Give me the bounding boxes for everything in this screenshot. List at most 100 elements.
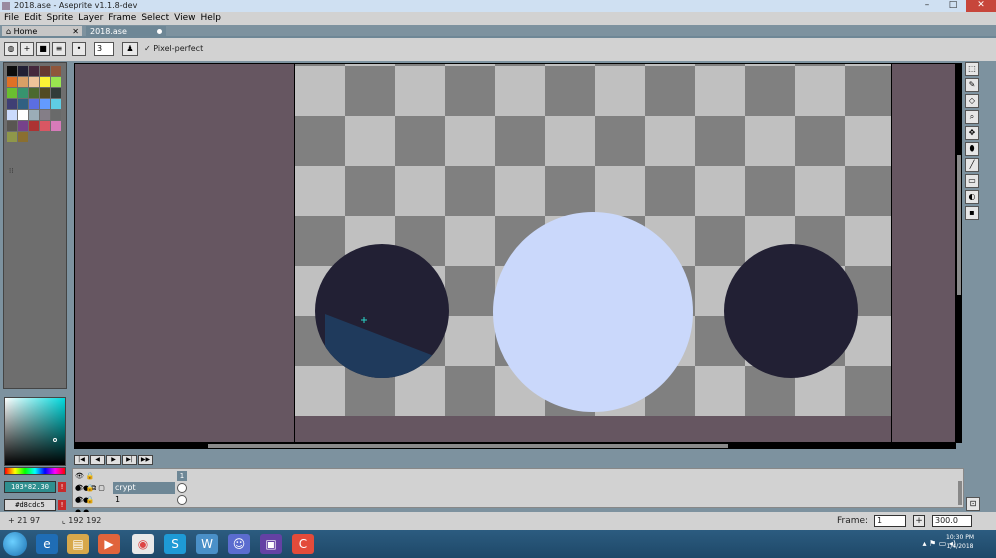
canvas-drawing[interactable]	[295, 64, 892, 443]
discord-icon[interactable]: ☺	[228, 534, 250, 554]
new-frame-button[interactable]: +	[913, 515, 925, 527]
palette-swatch[interactable]	[18, 88, 28, 98]
palette-swatch[interactable]	[51, 88, 61, 98]
palette-swatch[interactable]	[7, 132, 17, 142]
frame-header[interactable]: 1	[177, 471, 187, 481]
minimize-button[interactable]: –	[914, 0, 940, 12]
color-spectrum[interactable]	[4, 397, 66, 466]
blur-tool-icon[interactable]: ▪	[965, 206, 979, 220]
palette-swatch[interactable]	[51, 121, 61, 131]
zoom-input[interactable]: 300.0	[932, 515, 972, 527]
menu-help[interactable]: Help	[199, 12, 225, 25]
layer-visibility-icons[interactable]: 👁🔒●●	[75, 482, 111, 504]
menu-edit[interactable]: Edit	[23, 12, 45, 25]
fill-tool-icon[interactable]: ⬮	[965, 142, 979, 156]
timeline-scrollbar[interactable]	[958, 481, 962, 505]
layer-row[interactable]: 👁🔒●● crypt	[73, 482, 193, 504]
menu-frame[interactable]: Frame	[107, 12, 140, 25]
palette-swatch[interactable]	[29, 99, 39, 109]
palette-swatch[interactable]	[7, 99, 17, 109]
palette-swatch[interactable]	[18, 121, 28, 131]
close-button[interactable]: ✕	[966, 0, 996, 12]
last-frame-icon[interactable]: ▶▶	[138, 455, 153, 465]
palette-swatch[interactable]	[29, 88, 39, 98]
palette-swatch[interactable]	[18, 132, 28, 142]
brush-size-input[interactable]: 3	[94, 42, 114, 56]
layer-header-icons[interactable]: 👁🔒●●⧉▢	[75, 470, 111, 492]
folder-icon[interactable]: ▤	[67, 534, 89, 554]
brush-size-dot-icon[interactable]: •	[72, 42, 86, 56]
palette-swatch[interactable]	[7, 77, 17, 87]
rectangle-tool-icon[interactable]: ▭	[965, 174, 979, 188]
layer-visibility-icons[interactable]: 👁🔒●●	[75, 494, 111, 516]
first-frame-icon[interactable]: |◀	[74, 455, 89, 465]
bg-warning-icon[interactable]: !	[58, 500, 66, 510]
brush-type-square-icon[interactable]: ■	[36, 42, 50, 56]
right-dark-circle[interactable]	[724, 244, 858, 378]
hue-slider[interactable]	[4, 467, 66, 475]
palette-swatch[interactable]	[29, 121, 39, 131]
chrome-icon[interactable]: ◉	[132, 534, 154, 554]
w-app-icon[interactable]: W	[196, 534, 218, 554]
menu-layer[interactable]: Layer	[77, 12, 107, 25]
media-player-icon[interactable]: ▶	[98, 534, 120, 554]
vertical-scroll-thumb[interactable]	[957, 155, 961, 295]
horizontal-scroll-thumb[interactable]	[208, 444, 728, 448]
pencil-tool-icon[interactable]: ✎	[965, 78, 979, 92]
brush-type-lines-icon[interactable]: ≡	[52, 42, 66, 56]
contour-tool-icon[interactable]: ◐	[965, 190, 979, 204]
palette-swatch[interactable]	[18, 77, 28, 87]
palette-swatch[interactable]	[7, 110, 17, 120]
fg-warning-icon[interactable]: !	[58, 482, 66, 492]
menu-sprite[interactable]: Sprite	[46, 12, 78, 25]
palette-swatch[interactable]	[40, 88, 50, 98]
play-icon[interactable]: ▶	[106, 455, 121, 465]
palette-swatch[interactable]	[51, 77, 61, 87]
palette-swatch[interactable]	[51, 99, 61, 109]
palette-swatch[interactable]	[40, 110, 50, 120]
palette-swatch[interactable]	[51, 110, 61, 120]
menu-file[interactable]: File	[3, 12, 23, 25]
preview-icon[interactable]: ⊡	[966, 497, 980, 511]
palette-swatch[interactable]	[40, 66, 50, 76]
palette-swatch[interactable]	[18, 66, 28, 76]
sprite-canvas[interactable]	[294, 64, 892, 443]
layer-row[interactable]: 👁🔒●● 1	[73, 494, 193, 516]
layer-name[interactable]: 1	[113, 494, 175, 506]
cel-dot-icon[interactable]	[177, 483, 187, 493]
twitch-icon[interactable]: ▣	[260, 534, 282, 554]
palette-swatch[interactable]	[29, 77, 39, 87]
ie-icon[interactable]: e	[36, 534, 58, 554]
color-picker-knob[interactable]	[53, 438, 57, 442]
palette-swatch[interactable]	[18, 99, 28, 109]
palette-swatch[interactable]	[40, 77, 50, 87]
cel-dot-icon[interactable]	[177, 495, 187, 505]
frame-input[interactable]: 1	[874, 515, 906, 527]
palette-swatch[interactable]	[29, 110, 39, 120]
line-tool-icon[interactable]: ╱	[965, 158, 979, 172]
move-tool-icon[interactable]: ✥	[965, 126, 979, 140]
palette-resize-grip[interactable]: ⁞⁞	[9, 167, 13, 175]
palette-swatch[interactable]	[7, 88, 17, 98]
palette-swatch[interactable]	[29, 66, 39, 76]
palette-swatch[interactable]	[51, 66, 61, 76]
marquee-tool-icon[interactable]: ⬚	[965, 62, 979, 76]
aseprite-icon[interactable]: C	[292, 534, 314, 554]
next-frame-icon[interactable]: ▶|	[122, 455, 137, 465]
stamp-icon[interactable]: ♟	[122, 42, 138, 56]
palette-swatch[interactable]	[7, 121, 17, 131]
palette-swatch[interactable]	[40, 99, 50, 109]
palette-swatch[interactable]	[40, 121, 50, 131]
background-color-button[interactable]: #d8cdc5	[4, 499, 56, 511]
vertical-scrollbar[interactable]	[956, 63, 962, 443]
menu-view[interactable]: View	[173, 12, 199, 25]
menu-select[interactable]: Select	[140, 12, 173, 25]
palette-swatch[interactable]	[7, 66, 17, 76]
maximize-button[interactable]: □	[940, 0, 966, 12]
eraser-tool-icon[interactable]: ◇	[965, 94, 979, 108]
skype-icon[interactable]: S	[164, 534, 186, 554]
layer-name[interactable]: crypt	[113, 482, 175, 494]
sprite-editor[interactable]	[74, 63, 956, 443]
center-light-circle[interactable]	[493, 212, 693, 412]
horizontal-scrollbar[interactable]	[74, 443, 956, 449]
